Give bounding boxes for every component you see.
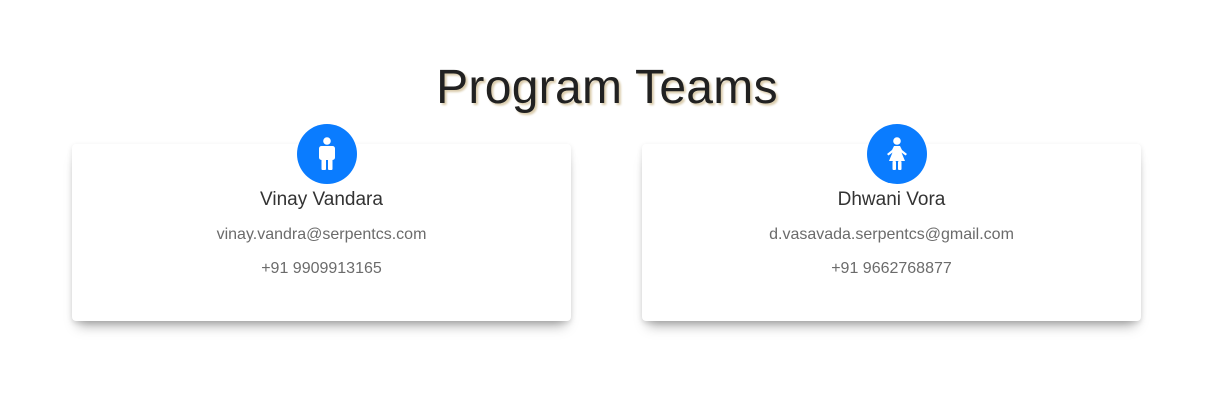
member-name: Vinay Vandara [260,189,383,210]
member-phone: +91 9909913165 [261,260,382,277]
team-member-card: Dhwani Vora d.vasavada.serpentcs@gmail.c… [642,124,1141,321]
female-icon [887,137,907,170]
member-email: vinay.vandra@serpentcs.com [216,226,427,243]
member-name: Dhwani Vora [837,189,946,210]
program-teams-page: Program Teams Vinay Vandara vinay.vandra… [0,0,1214,418]
member-email: d.vasavada.serpentcs@gmail.com [769,226,1014,243]
male-icon [319,137,335,170]
avatar [297,124,357,184]
avatar [867,124,927,184]
member-phone: +91 9662768877 [831,260,952,277]
team-member-card: Vinay Vandara vinay.vandra@serpentcs.com… [72,124,571,321]
page-title: Program Teams [436,61,778,115]
